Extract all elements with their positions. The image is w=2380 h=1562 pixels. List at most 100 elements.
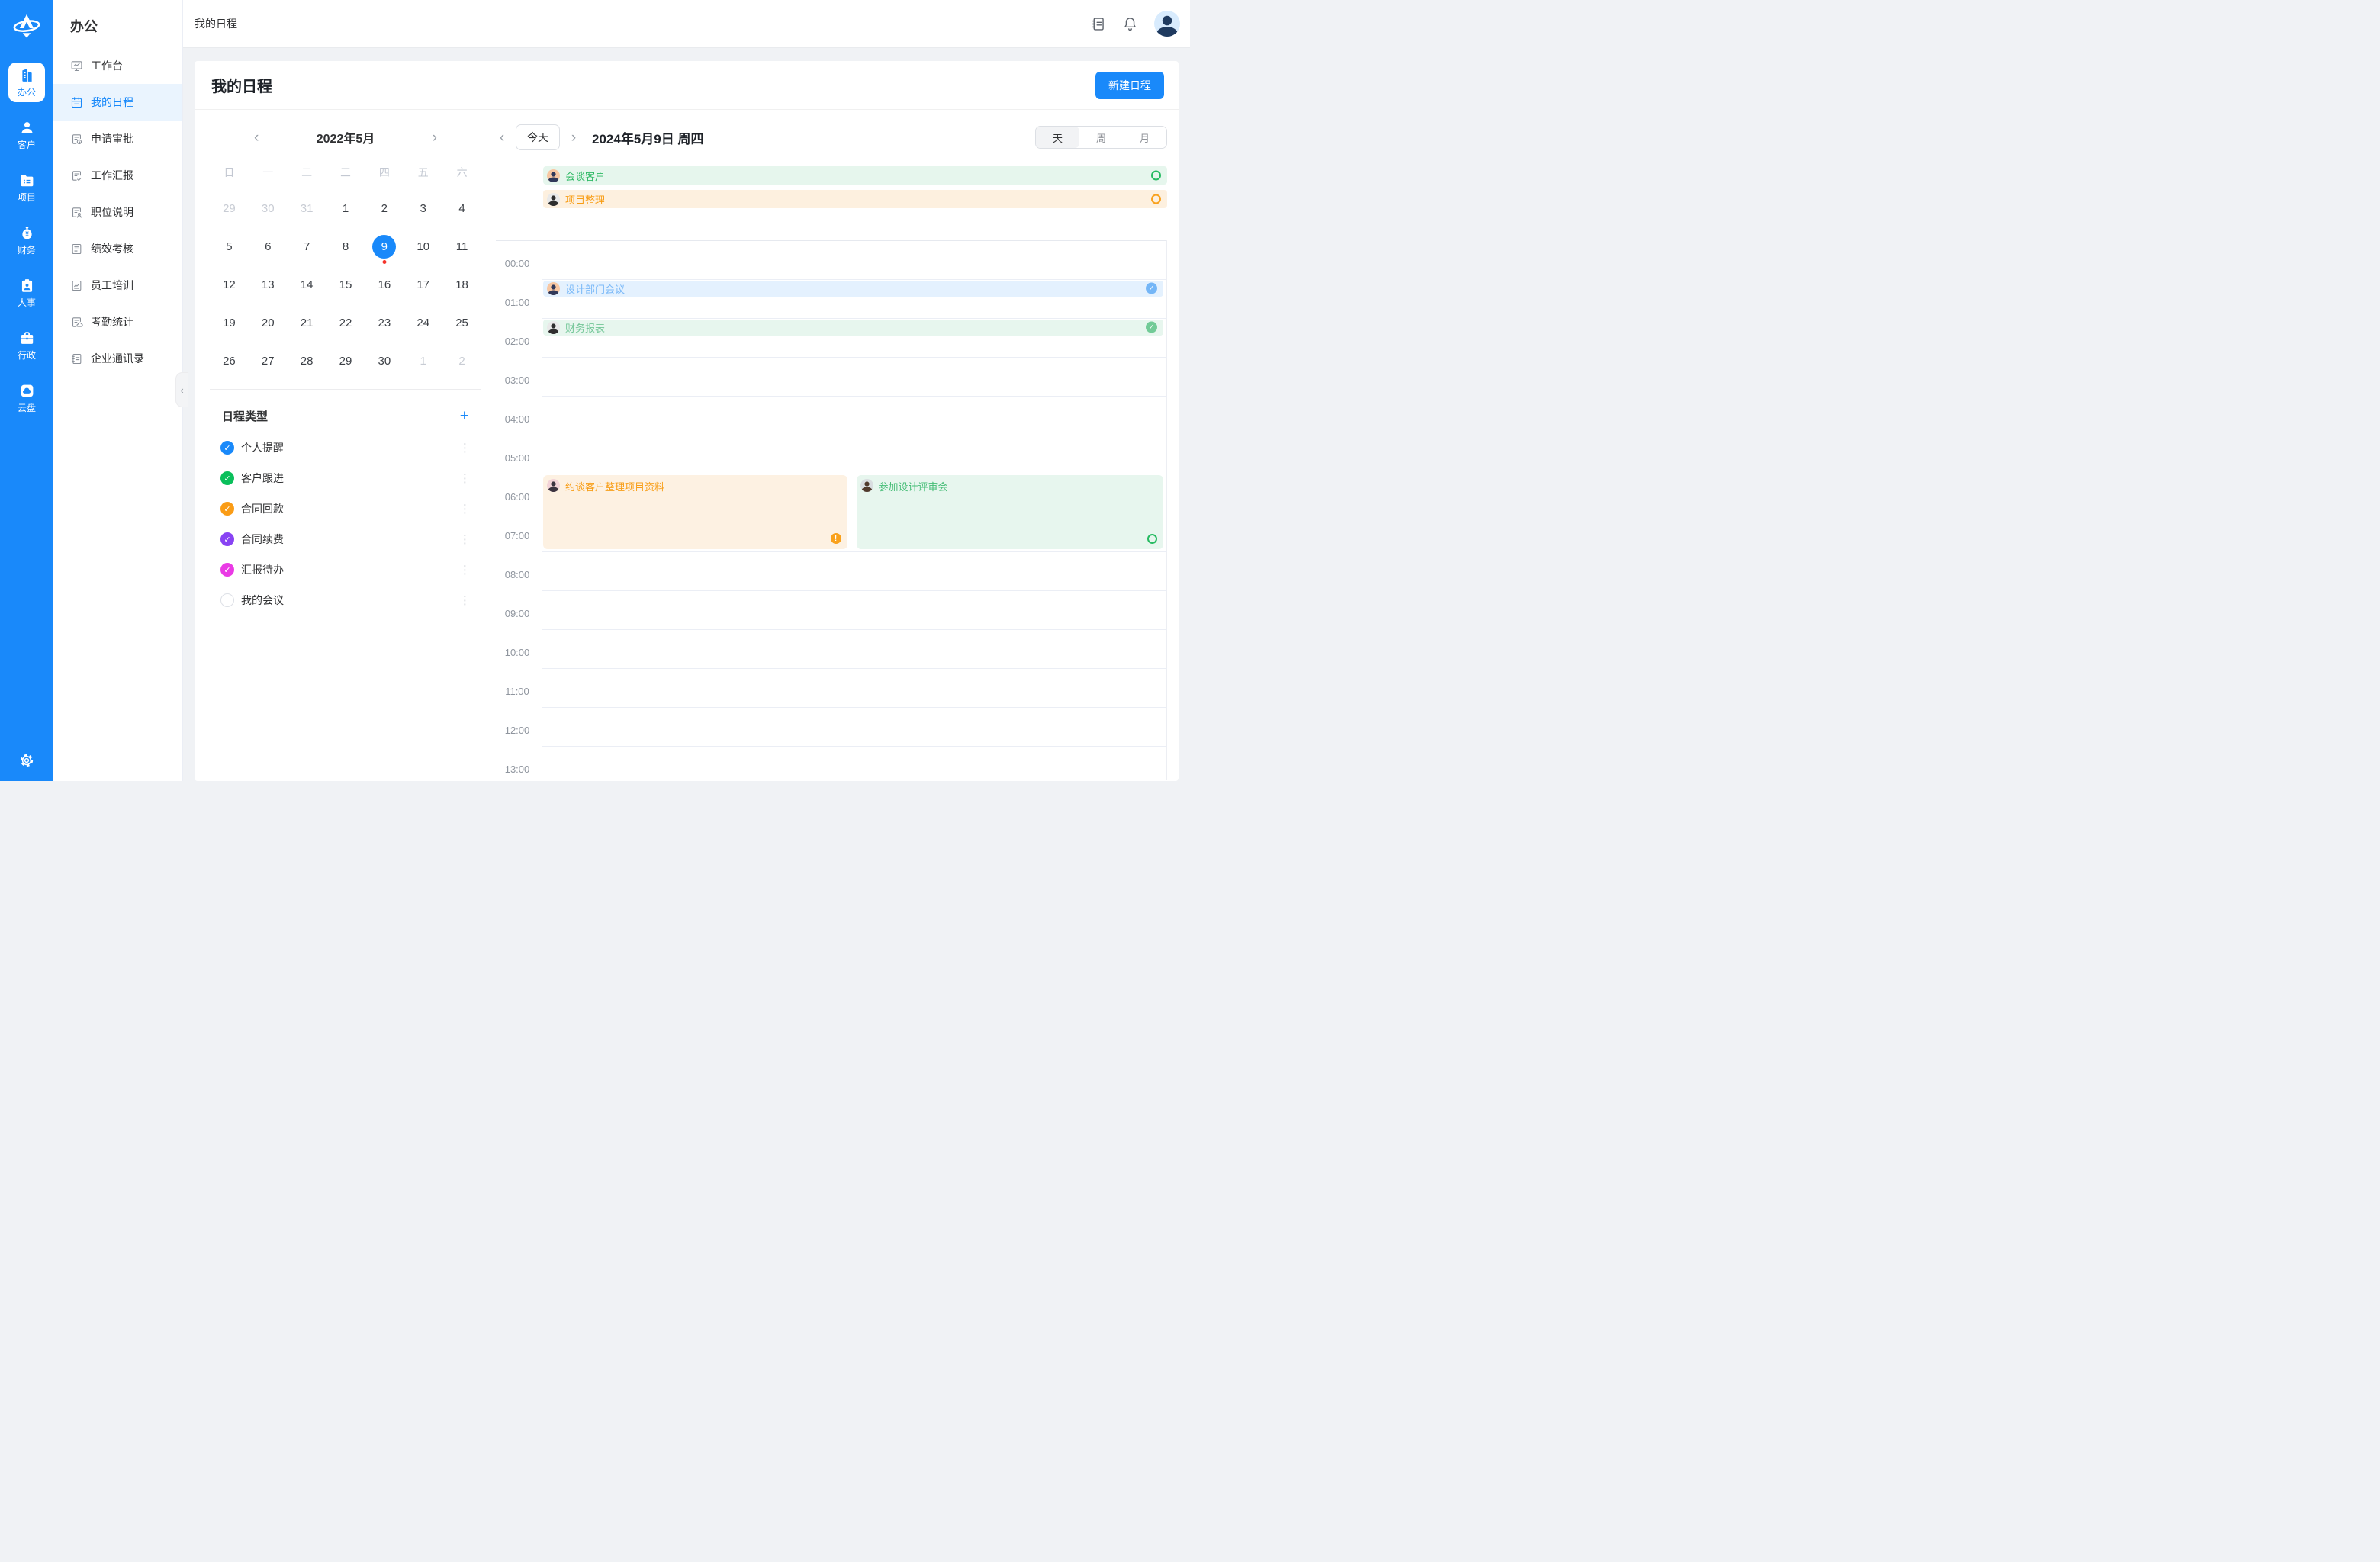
sidebar-collapse-button[interactable]: ‹: [175, 372, 188, 407]
day-cell-selected[interactable]: 9: [365, 227, 404, 265]
submenu-item-工作汇报[interactable]: 工作汇报: [53, 157, 182, 194]
type-checkbox-checked[interactable]: ✓: [220, 441, 234, 455]
rail-item-办公[interactable]: 办公: [8, 63, 45, 102]
kebab-icon[interactable]: ⋮: [456, 593, 474, 607]
day-cell[interactable]: 16: [365, 265, 404, 304]
day-cell[interactable]: 22: [326, 304, 365, 342]
day-cell[interactable]: 1: [404, 342, 442, 380]
rail-item-label: 人事: [18, 296, 36, 309]
hour-label: 02:00: [496, 335, 539, 349]
type-checkbox-checked[interactable]: ✓: [220, 532, 234, 546]
status-alert-icon: !: [831, 533, 841, 544]
day-cell[interactable]: 17: [404, 265, 442, 304]
type-checkbox-unchecked[interactable]: [220, 593, 234, 607]
day-cell[interactable]: 2: [442, 342, 481, 380]
day-cell[interactable]: 5: [210, 227, 249, 265]
timed-event[interactable]: 设计部门会议✓: [543, 281, 1163, 297]
view-mode-周[interactable]: 周: [1079, 127, 1123, 148]
allday-event[interactable]: 项目整理: [543, 190, 1167, 208]
next-month-button[interactable]: ›: [433, 130, 437, 145]
rail-item-云盘[interactable]: 云盘: [8, 378, 45, 418]
rail-item-客户[interactable]: 客户: [8, 115, 45, 155]
day-cell[interactable]: 12: [210, 265, 249, 304]
day-cell[interactable]: 4: [442, 189, 481, 227]
kebab-icon[interactable]: ⋮: [456, 502, 474, 516]
day-cell[interactable]: 1: [326, 189, 365, 227]
type-label: 个人提醒: [241, 440, 284, 455]
schedule-card: 我的日程 新建日程 ‹ 2022年5月 › 日一二三四五六 2930311234…: [195, 61, 1179, 781]
submenu-item-职位说明[interactable]: 职位说明: [53, 194, 182, 230]
day-cell[interactable]: 30: [249, 189, 288, 227]
submenu-item-员工培训[interactable]: 员工培训: [53, 267, 182, 304]
weekday-label: 三: [326, 160, 365, 185]
hour-label: 10:00: [496, 646, 539, 660]
day-cell[interactable]: 27: [249, 342, 288, 380]
kebab-icon[interactable]: ⋮: [456, 441, 474, 455]
rail-item-财务[interactable]: ¥财务: [8, 220, 45, 260]
prev-month-button[interactable]: ‹: [254, 130, 259, 145]
day-cell[interactable]: 3: [404, 189, 442, 227]
day-cell[interactable]: 21: [288, 304, 326, 342]
next-day-button[interactable]: ›: [568, 130, 580, 145]
training-icon: [70, 279, 83, 292]
view-mode-月[interactable]: 月: [1123, 127, 1166, 148]
plus-icon[interactable]: +: [460, 408, 469, 424]
day-cell[interactable]: 15: [326, 265, 365, 304]
day-cell[interactable]: 11: [442, 227, 481, 265]
bell-icon[interactable]: [1122, 16, 1138, 32]
submenu-item-考勤统计[interactable]: 考勤统计: [53, 304, 182, 340]
timed-event[interactable]: 约谈客户整理项目资料!: [543, 475, 847, 549]
view-mode-天[interactable]: 天: [1036, 127, 1079, 148]
project-icon: [19, 172, 35, 188]
new-schedule-button[interactable]: 新建日程: [1095, 72, 1164, 99]
kebab-icon[interactable]: ⋮: [456, 532, 474, 546]
allday-event[interactable]: 会谈客户: [543, 166, 1167, 185]
day-cell[interactable]: 18: [442, 265, 481, 304]
today-button[interactable]: 今天: [516, 124, 560, 150]
hour-line: [542, 318, 1167, 319]
day-cell[interactable]: 2: [365, 189, 404, 227]
day-cell[interactable]: 23: [365, 304, 404, 342]
type-checkbox-checked[interactable]: ✓: [220, 502, 234, 516]
weekday-label: 一: [249, 160, 288, 185]
day-cell[interactable]: 26: [210, 342, 249, 380]
day-cell[interactable]: 14: [288, 265, 326, 304]
submenu-item-我的日程[interactable]: 我的日程: [53, 84, 182, 121]
status-circle-icon: [1151, 171, 1161, 181]
timed-event[interactable]: 参加设计评审会: [857, 475, 1164, 549]
day-cell[interactable]: 13: [249, 265, 288, 304]
day-cell[interactable]: 20: [249, 304, 288, 342]
day-cell[interactable]: 8: [326, 227, 365, 265]
rail-item-行政[interactable]: 行政: [8, 326, 45, 365]
day-cell[interactable]: 10: [404, 227, 442, 265]
day-cell[interactable]: 29: [326, 342, 365, 380]
day-cell[interactable]: 29: [210, 189, 249, 227]
day-cell[interactable]: 7: [288, 227, 326, 265]
day-cell[interactable]: 31: [288, 189, 326, 227]
submenu-item-企业通讯录[interactable]: 企业通讯录: [53, 340, 182, 377]
kebab-icon[interactable]: ⋮: [456, 471, 474, 485]
day-cell[interactable]: 25: [442, 304, 481, 342]
day-cell[interactable]: 24: [404, 304, 442, 342]
attendance-icon: [70, 316, 83, 329]
user-avatar[interactable]: [1154, 11, 1180, 37]
day-cell[interactable]: 28: [288, 342, 326, 380]
submenu-item-申请审批[interactable]: 申请审批: [53, 121, 182, 157]
kebab-icon[interactable]: ⋮: [456, 563, 474, 577]
timed-event[interactable]: 财务报表✓: [543, 320, 1163, 336]
submenu-item-label: 考勤统计: [91, 314, 133, 329]
gear-icon[interactable]: [18, 752, 35, 769]
rail-item-人事[interactable]: 人事: [8, 273, 45, 313]
submenu-item-工作台[interactable]: 工作台: [53, 47, 182, 84]
notebook-icon[interactable]: [1090, 16, 1106, 32]
prev-day-button[interactable]: ‹: [496, 130, 508, 145]
hour-line: [542, 668, 1167, 669]
rail-item-项目[interactable]: 项目: [8, 168, 45, 207]
day-cell[interactable]: 30: [365, 342, 404, 380]
day-cell[interactable]: 6: [249, 227, 288, 265]
card-header: 我的日程 新建日程: [195, 61, 1179, 110]
type-checkbox-checked[interactable]: ✓: [220, 563, 234, 577]
day-cell[interactable]: 19: [210, 304, 249, 342]
type-checkbox-checked[interactable]: ✓: [220, 471, 234, 485]
submenu-item-绩效考核[interactable]: 绩效考核: [53, 230, 182, 267]
